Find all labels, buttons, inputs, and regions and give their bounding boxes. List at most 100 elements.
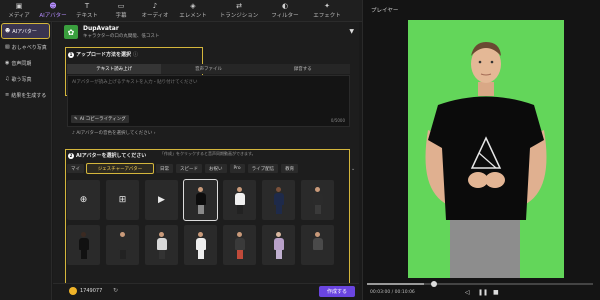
- category-education[interactable]: 教育: [281, 164, 299, 173]
- category-live[interactable]: ライブ配信: [247, 164, 279, 173]
- refresh-icon[interactable]: ↻: [113, 287, 118, 294]
- chevron-right-icon: ›: [152, 131, 156, 136]
- avatar-thumbnail: [273, 185, 285, 215]
- pause-icon[interactable]: ❚❚: [478, 289, 488, 296]
- avatar-thumbnail: [195, 230, 207, 260]
- tab-text[interactable]: T テキスト: [70, 1, 104, 21]
- avatar-option[interactable]: [262, 225, 295, 265]
- voice-select[interactable]: ♪ AIアバターの音色を選択してください ›: [72, 130, 156, 136]
- transition-icon: ⇄: [236, 2, 242, 10]
- avatar-icon: ☻: [5, 28, 11, 34]
- preview-title: プレイヤー: [371, 8, 399, 14]
- ai-generate-avatar-button[interactable]: ⊞: [106, 180, 139, 220]
- script-input[interactable]: AIアバターが読み上げるテキストを入力・貼り付けてください ✎ AI コピーライテ…: [67, 75, 350, 127]
- playback-time: 00:03:00 / 00:10:06: [370, 290, 415, 295]
- upload-method-tabs: テキスト読み上げ 音声ファイル 録音する: [67, 64, 350, 74]
- timeline-handle[interactable]: [431, 281, 437, 287]
- avatar-thumbnail: [195, 185, 207, 215]
- audio-icon: ♪: [152, 2, 158, 10]
- effect-icon: ✦: [324, 2, 330, 10]
- text-icon: T: [84, 2, 90, 10]
- ai-image-icon: ⊞: [118, 195, 127, 205]
- sidebar: ☻ AIアバター ▧ おしゃべり写真 ◉ 音声同期 ♫ 歌う写真 ≡ 結果を生成する: [0, 22, 52, 300]
- tab-audio[interactable]: ♪ オーディオ: [138, 1, 172, 21]
- sidebar-item-talking-photo[interactable]: ▧ おしゃべり写真: [2, 40, 49, 54]
- avatar-option[interactable]: [301, 180, 334, 220]
- list-icon: ≡: [5, 92, 10, 98]
- element-icon: ◈: [190, 2, 196, 10]
- avatar-option[interactable]: [262, 180, 295, 220]
- add-person-icon: ⊕: [79, 195, 88, 205]
- stop-icon[interactable]: ■: [493, 289, 499, 296]
- chevron-down-icon[interactable]: ▼: [349, 28, 354, 35]
- avatar-thumbnail: [117, 230, 129, 260]
- tab-effect[interactable]: ✦ エフェクト: [306, 1, 348, 21]
- chevron-down-icon[interactable]: ⌄: [351, 166, 355, 172]
- category-celebration[interactable]: お祝い: [205, 164, 227, 173]
- ai-copywriting-button[interactable]: ✎ AI コピーライティング: [71, 115, 129, 123]
- avatar-thumbnail: [273, 230, 285, 260]
- tab-media[interactable]: ▣ メディア: [2, 1, 36, 21]
- engine-subtitle: キャラクターの口の丸間能、低コスト: [83, 34, 160, 39]
- gear-logo-icon: ✿: [64, 25, 78, 39]
- previous-frame-icon[interactable]: ◁: [465, 289, 470, 296]
- category-speed[interactable]: スピード: [176, 164, 202, 173]
- avatar-category-tabs: マイ ジェスチャーアバター 日常 スピード お祝い Pro ライブ配信 教育: [67, 163, 349, 174]
- sidebar-item-singing-photo[interactable]: ♫ 歌う写真: [2, 72, 49, 86]
- video-avatar-button[interactable]: ▶: [145, 180, 178, 220]
- avatar-option[interactable]: [67, 225, 100, 265]
- step-number-1: 1: [68, 51, 74, 58]
- category-my[interactable]: マイ: [67, 164, 84, 173]
- generate-button[interactable]: 作成する: [319, 286, 355, 297]
- timeline-track[interactable]: [367, 283, 593, 285]
- avatar-thumbnail: [312, 185, 324, 215]
- media-icon: ▣: [15, 2, 23, 10]
- sync-icon: ◉: [5, 60, 10, 66]
- avatar-thumbnail: [234, 230, 246, 260]
- category-gesture[interactable]: ジェスチャーアバター: [86, 163, 154, 174]
- timeline-progress: [367, 283, 424, 285]
- coin-icon: [69, 287, 77, 295]
- avatar-thumbnail: [234, 185, 246, 215]
- step-number-2: 2: [68, 152, 74, 159]
- avatar-option[interactable]: [106, 225, 139, 265]
- avatar-option[interactable]: [145, 225, 178, 265]
- sidebar-item-lip-sync[interactable]: ◉ 音声同期: [2, 56, 49, 70]
- tab-ai-avatar[interactable]: ☻ AIアバター: [36, 1, 70, 21]
- tab-filter[interactable]: ◐ フィルター: [264, 1, 306, 21]
- upload-photo-avatar-button[interactable]: ⊕: [67, 180, 100, 220]
- avatar-option[interactable]: [223, 225, 256, 265]
- info-icon[interactable]: ⓘ: [133, 51, 138, 58]
- subtitle-icon: ▭: [117, 2, 125, 10]
- avatar-option[interactable]: [223, 180, 256, 220]
- tab-transition[interactable]: ⇄ トランジション: [214, 1, 264, 21]
- tab-element[interactable]: ◈ エレメント: [172, 1, 214, 21]
- avatar-thumbnail: [78, 230, 90, 260]
- tab-audio-file[interactable]: 音声ファイル: [161, 64, 255, 74]
- app-window: ▣ メディア ☻ AIアバター T テキスト ▭ 字幕 ♪ オーディオ ◈ エレメント ⇄ ト…: [0, 0, 600, 300]
- tab-subtitle[interactable]: ▭ 字幕: [104, 1, 138, 21]
- credit-balance: 1749077: [80, 288, 103, 294]
- script-placeholder: AIアバターが読み上げるテキストを入力・貼り付けてください: [72, 80, 198, 85]
- sparkle-icon: ✎: [74, 116, 78, 122]
- char-counter: 0/5000: [330, 118, 345, 123]
- avatar-option[interactable]: [301, 225, 334, 265]
- category-daily[interactable]: 日常: [156, 164, 173, 173]
- avatar-thumbnail: [156, 230, 168, 260]
- video-preview[interactable]: [408, 20, 564, 278]
- avatar-option[interactable]: [184, 225, 217, 265]
- step2-title: 2 AIアバターを選択してください: [68, 152, 147, 159]
- presenter-figure: [425, 42, 547, 278]
- tab-record[interactable]: 録音する: [256, 64, 350, 74]
- sidebar-item-results[interactable]: ≡ 結果を生成する: [2, 88, 49, 102]
- avatar-thumbnail: [312, 230, 324, 260]
- avatar-option-selected[interactable]: [183, 179, 218, 221]
- avatar-engine-header[interactable]: ✿ DupAvatar キャラクターの口の丸間能、低コスト ▼: [64, 22, 358, 42]
- photo-icon: ▧: [5, 44, 10, 50]
- tab-text-to-speech[interactable]: テキスト読み上げ: [67, 64, 162, 74]
- sidebar-item-ai-avatar[interactable]: ☻ AIアバター: [1, 23, 50, 39]
- step1-title: 1 アップロード方法を選択 ⓘ: [68, 51, 139, 58]
- filter-icon: ◐: [281, 2, 289, 10]
- engine-name: DupAvatar: [83, 25, 119, 32]
- category-pro[interactable]: Pro: [229, 164, 245, 173]
